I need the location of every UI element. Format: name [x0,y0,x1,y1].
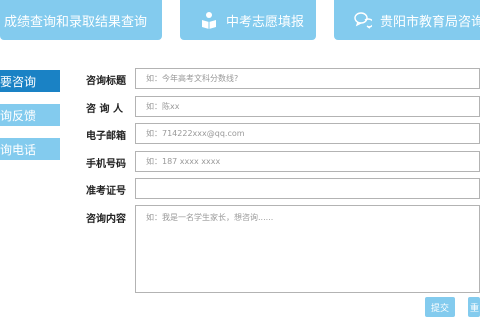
content-placeholder: 如：我是一名学生家长，想咨询...... [146,213,274,222]
content-label: 咨询内容 [86,214,126,225]
email-label: 电子邮箱 [86,131,126,142]
chat-bubbles-icon [354,11,372,29]
tab-score-query-label: 成绩查询和录取结果查询 [4,14,148,30]
subject-input[interactable]: 如：今年高考文科分数线? [135,68,480,89]
subject-placeholder: 如：今年高考文科分数线? [146,74,239,83]
name-input[interactable]: 如：陈xx [135,96,480,117]
submit-button[interactable]: 提交 [425,297,455,317]
name-label: 咨 询 人 [86,104,123,115]
email-input[interactable]: 如：714222xxx@qq.com [135,123,480,144]
ticket-input[interactable] [135,178,480,199]
phone-placeholder: 如：187 xxxx xxxx [146,157,221,166]
book-reader-icon [200,11,218,29]
tab-education-consult-label: 贵阳市教育局咨询入 [380,14,480,30]
phone-label: 手机号码 [86,159,126,170]
tab-score-query[interactable]: 成绩查询和录取结果查询 [0,0,162,40]
phone-input[interactable]: 如：187 xxxx xxxx [135,151,480,172]
page: 成绩查询和录取结果查询 中考志愿填报 贵阳市教育局咨询入 要咨询 询反馈 询电话 [0,0,480,320]
name-placeholder: 如：陈xx [146,102,180,111]
reset-button[interactable]: 重 [468,297,480,317]
sidebar-item-feedback[interactable]: 询反馈 [0,104,60,126]
subject-label: 咨询标题 [86,76,126,87]
email-placeholder: 如：714222xxx@qq.com [146,129,245,138]
tab-volunteer-fill[interactable]: 中考志愿填报 [180,0,316,40]
sidebar-item-consult[interactable]: 要咨询 [0,70,60,92]
content-textarea[interactable]: 如：我是一名学生家长，想咨询...... [135,205,480,293]
ticket-label: 准考证号 [86,186,126,197]
sidebar-item-phone[interactable]: 询电话 [0,138,60,160]
tab-education-consult[interactable]: 贵阳市教育局咨询入 [334,0,480,40]
sidebar-item-phone-label: 询电话 [0,142,37,157]
sidebar-item-feedback-label: 询反馈 [0,108,37,123]
tab-volunteer-fill-label: 中考志愿填报 [226,14,305,30]
sidebar-item-consult-label: 要咨询 [0,74,37,89]
